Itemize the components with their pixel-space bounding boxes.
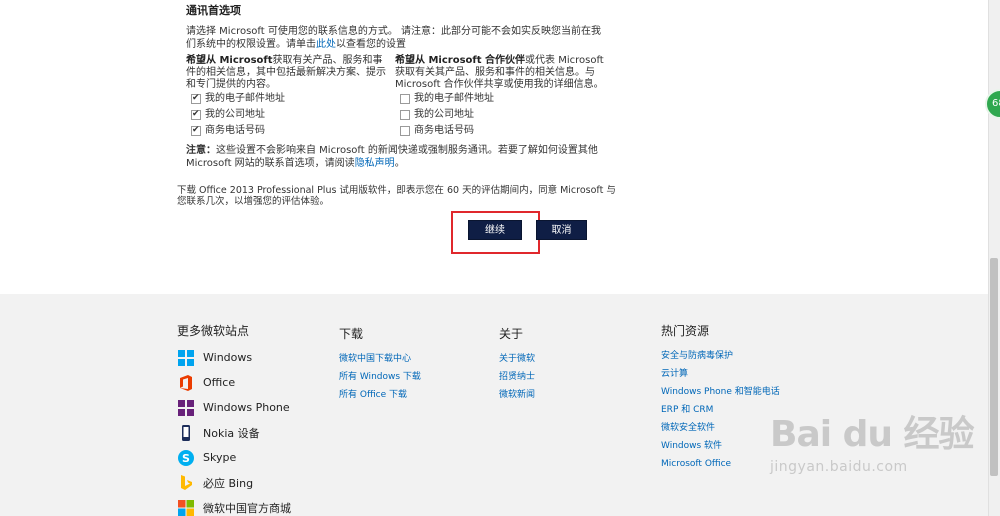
partner-email-checkbox[interactable] (400, 94, 410, 104)
partner-email-option[interactable]: 我的电子邮件地址 (395, 91, 607, 107)
privacy-statement-link[interactable]: 隐私声明 (355, 158, 395, 169)
main-content: 通讯首选项 请选择 Microsoft 可使用您的联系信息的方式。 请注意：此部… (0, 0, 988, 294)
continue-button[interactable]: 继续 (468, 220, 522, 240)
microsoft-preferences-column: 希望从 Microsoft获取有关产品、服务和事件的相关信息，其中包括最新解决方… (186, 55, 392, 139)
ms-business-phone-checkbox[interactable] (191, 124, 201, 136)
bing-icon (177, 474, 195, 492)
partner-company-address-checkbox[interactable] (400, 110, 410, 120)
cancel-button[interactable]: 取消 (536, 220, 587, 240)
site-office[interactable]: Office (177, 370, 291, 395)
office-icon (177, 374, 195, 392)
intro-text: 请选择 Microsoft 可使用您的联系信息的方式。 请注意：此部分可能不会如… (186, 26, 602, 50)
windows-phone-icon (177, 399, 195, 417)
hot-resource-link[interactable]: Microsoft Office (661, 455, 780, 473)
hot-resource-link[interactable]: 微软安全软件 (661, 419, 780, 437)
site-windows-phone[interactable]: Windows Phone (177, 395, 291, 420)
skype-icon: S (177, 449, 195, 467)
partner-preferences-column: 希望从 Microsoft 合作伙伴或代表 Microsoft 获取有关其产品、… (395, 55, 607, 139)
download-link[interactable]: 微软中国下载中心 (339, 350, 421, 368)
svg-text:S: S (182, 452, 190, 465)
hot-resources-title: 热门资源 (661, 324, 710, 338)
about-link[interactable]: 微软新闻 (499, 386, 535, 404)
footer (0, 294, 988, 516)
ms-company-address-checkbox[interactable] (191, 108, 201, 120)
about-link[interactable]: 招贤纳士 (499, 368, 535, 386)
download-title: 下载 (339, 327, 364, 341)
about-link[interactable]: 关于微软 (499, 350, 535, 368)
download-link[interactable]: 所有 Office 下载 (339, 386, 421, 404)
download-column: 下载 微软中国下载中心 所有 Windows 下载 所有 Office 下载 (339, 325, 421, 404)
hot-resource-link[interactable]: 云计算 (661, 365, 780, 383)
partner-business-phone-checkbox[interactable] (400, 126, 410, 136)
about-column: 关于 关于微软 招贤纳士 微软新闻 (499, 325, 535, 404)
ms-email-option[interactable]: 我的电子邮件地址 (186, 91, 392, 107)
more-sites-column: 更多微软站点 Windows Office Windows Phone Noki… (177, 322, 291, 516)
microsoft-store-icon (177, 499, 195, 516)
partner-preferences-heading: 希望从 Microsoft 合作伙伴或代表 Microsoft 获取有关其产品、… (395, 55, 604, 90)
partner-business-phone-option[interactable]: 商务电话号码 (395, 123, 607, 139)
trial-notice: 下载 Office 2013 Professional Plus 试用版软件，即… (177, 185, 616, 207)
site-bing[interactable]: 必应 Bing (177, 470, 291, 495)
microsoft-preferences-heading: 希望从 Microsoft获取有关产品、服务和事件的相关信息，其中包括最新解决方… (186, 55, 386, 90)
site-windows[interactable]: Windows (177, 345, 291, 370)
hot-resource-link[interactable]: Windows 软件 (661, 437, 780, 455)
hot-resource-link[interactable]: 安全与防病毒保护 (661, 347, 780, 365)
site-microsoft-store[interactable]: 微软中国官方商城 (177, 495, 291, 516)
hot-resource-link[interactable]: ERP 和 CRM (661, 401, 780, 419)
hot-resource-link[interactable]: Windows Phone 和智能电话 (661, 383, 780, 401)
ms-business-phone-option[interactable]: 商务电话号码 (186, 123, 392, 139)
partner-company-address-option[interactable]: 我的公司地址 (395, 107, 607, 123)
ms-email-checkbox[interactable] (191, 92, 201, 104)
privacy-note: 注意：这些设置不会影响来自 Microsoft 的新闻快递或强制服务通讯。若要了… (186, 145, 598, 169)
scrollbar-thumb[interactable] (990, 258, 998, 476)
hot-resources-column: 热门资源 安全与防病毒保护 云计算 Windows Phone 和智能电话 ER… (661, 322, 780, 473)
more-sites-title: 更多微软站点 (177, 324, 250, 338)
ms-company-address-option[interactable]: 我的公司地址 (186, 107, 392, 123)
site-nokia[interactable]: Nokia 设备 (177, 420, 291, 445)
settings-link[interactable]: 此处 (316, 39, 336, 50)
site-skype[interactable]: S Skype (177, 445, 291, 470)
download-link[interactable]: 所有 Windows 下载 (339, 368, 421, 386)
nokia-phone-icon (177, 424, 195, 442)
windows-icon (177, 349, 195, 367)
section-title: 通讯首选项 (186, 4, 241, 17)
about-title: 关于 (499, 327, 524, 341)
